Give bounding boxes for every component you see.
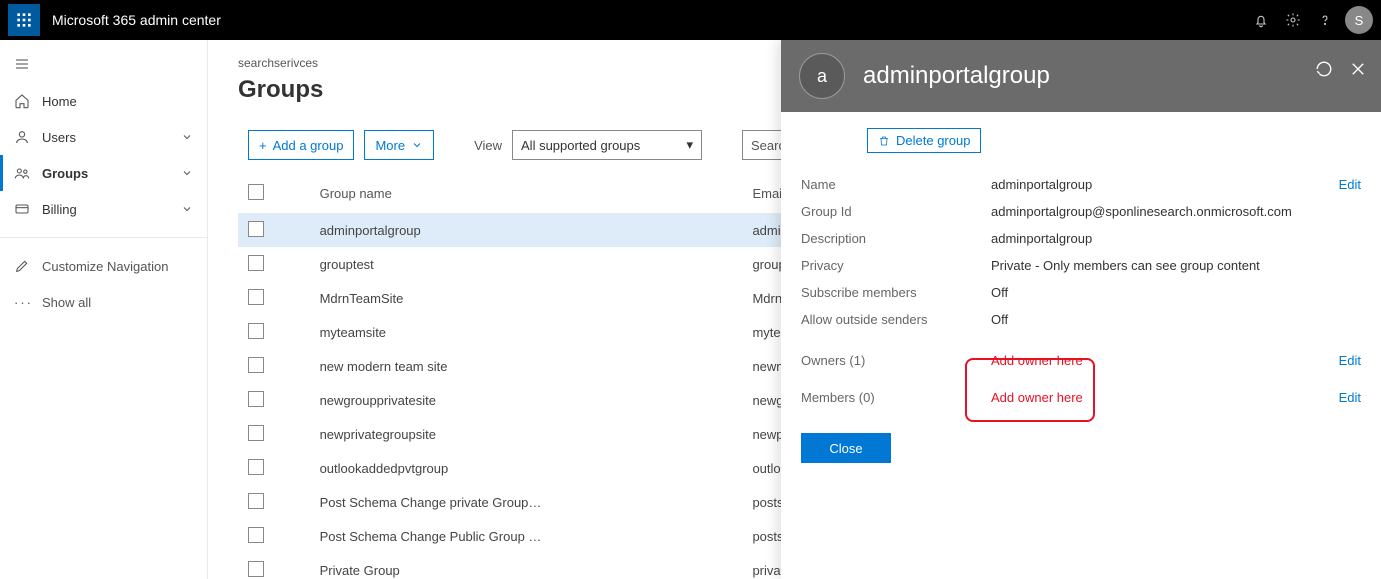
sidebar-item-label: Home (42, 94, 77, 109)
bell-icon (1253, 12, 1269, 28)
help-button[interactable] (1309, 4, 1341, 36)
notifications-button[interactable] (1245, 4, 1277, 36)
cell-group-name: Post Schema Change Public Group … (310, 520, 743, 554)
field-label-subscribe: Subscribe members (801, 285, 991, 300)
row-checkbox[interactable] (248, 221, 264, 237)
view-select[interactable]: All supported groups ▾ (512, 130, 702, 160)
select-value: All supported groups (521, 138, 640, 153)
trash-icon (878, 134, 890, 148)
edit-owners-link[interactable]: Edit (1339, 353, 1361, 368)
chevron-down-icon (181, 203, 193, 215)
plus-icon: + (259, 138, 267, 153)
row-checkbox[interactable] (248, 459, 264, 475)
gear-icon (1285, 12, 1301, 28)
delete-group-button[interactable]: Delete group (867, 128, 981, 153)
user-icon (14, 129, 30, 145)
annotation-box (965, 358, 1095, 422)
hamburger-icon (14, 56, 30, 72)
cell-group-name: outlookaddedpvtgroup (310, 452, 743, 486)
question-icon (1317, 12, 1333, 28)
row-checkbox[interactable] (248, 493, 264, 509)
sidebar-item-groups[interactable]: Groups (0, 155, 207, 191)
row-checkbox[interactable] (248, 425, 264, 441)
add-group-button[interactable]: + Add a group (248, 130, 354, 160)
sidebar-item-label: Customize Navigation (42, 259, 168, 274)
close-panel-button[interactable] (1349, 60, 1367, 78)
cell-group-name: Post Schema Change private Group… (310, 486, 743, 520)
close-button[interactable]: Close (801, 433, 891, 463)
row-checkbox[interactable] (248, 561, 264, 577)
pencil-icon (14, 258, 30, 274)
sidebar-item-billing[interactable]: Billing (0, 191, 207, 227)
sidebar-item-label: Show all (42, 295, 91, 310)
edit-name-link[interactable]: Edit (1339, 177, 1361, 192)
cell-group-name: grouptest (310, 248, 743, 282)
cell-group-name: Private Group (310, 554, 743, 579)
cell-group-name: adminportalgroup (310, 214, 743, 248)
home-icon (14, 93, 30, 109)
chevron-down-icon (411, 139, 423, 151)
field-label-description: Description (801, 231, 991, 246)
nav-toggle-button[interactable] (0, 48, 207, 83)
cell-group-name: myteamsite (310, 316, 743, 350)
sidebar-item-users[interactable]: Users (0, 119, 207, 155)
column-header-name[interactable]: Group name (310, 174, 743, 214)
field-value-outside: Off (991, 312, 1361, 327)
row-checkbox[interactable] (248, 527, 264, 543)
card-icon (14, 201, 30, 217)
view-label: View (474, 138, 502, 153)
row-checkbox[interactable] (248, 255, 264, 271)
chevron-down-icon (181, 167, 193, 179)
refresh-button[interactable] (1315, 60, 1333, 78)
waffle-icon (16, 12, 32, 28)
sidebar-item-home[interactable]: Home (0, 83, 207, 119)
chevron-down-icon: ▾ (686, 137, 693, 153)
cell-group-name: newprivategroupsite (310, 418, 743, 452)
sidebar-item-label: Billing (42, 202, 77, 217)
field-value-name: adminportalgroup (991, 177, 1339, 192)
panel-body: Delete group Name adminportalgroup Edit … (781, 112, 1381, 579)
select-all-checkbox[interactable] (248, 184, 264, 200)
group-icon (14, 165, 30, 181)
sidebar-item-label: Groups (42, 166, 88, 181)
sidebar: Home Users Groups Billing Customize Navi… (0, 40, 208, 579)
panel-header: a adminportalgroup (781, 40, 1381, 112)
app-launcher-button[interactable] (8, 4, 40, 36)
row-checkbox[interactable] (248, 289, 264, 305)
cell-group-name: newgroupprivatesite (310, 384, 743, 418)
group-details-panel: a adminportalgroup Delete group Name adm… (781, 40, 1381, 579)
sidebar-item-label: Users (42, 130, 76, 145)
cell-group-name: new modern team site (310, 350, 743, 384)
field-value-subscribe: Off (991, 285, 1361, 300)
field-label-outside: Allow outside senders (801, 312, 991, 327)
sidebar-show-all[interactable]: ··· Show all (0, 284, 207, 320)
field-value-description: adminportalgroup (991, 231, 1361, 246)
row-checkbox[interactable] (248, 323, 264, 339)
ellipsis-icon: ··· (14, 295, 30, 310)
group-avatar: a (799, 53, 845, 99)
avatar[interactable]: S (1345, 6, 1373, 34)
button-label: Add a group (273, 138, 344, 153)
button-label: More (375, 138, 405, 153)
field-value-groupid: adminportalgroup@sponlinesearch.onmicros… (991, 204, 1361, 219)
button-label: Delete group (896, 133, 970, 148)
top-bar: Microsoft 365 admin center S (0, 0, 1381, 40)
edit-members-link[interactable]: Edit (1339, 390, 1361, 405)
field-label-privacy: Privacy (801, 258, 991, 273)
cell-group-name: MdrnTeamSite (310, 282, 743, 316)
settings-button[interactable] (1277, 4, 1309, 36)
field-label-groupid: Group Id (801, 204, 991, 219)
panel-title: adminportalgroup (863, 62, 1050, 90)
sidebar-customize-nav[interactable]: Customize Navigation (0, 248, 207, 284)
field-label-members: Members (0) (801, 390, 991, 405)
row-checkbox[interactable] (248, 357, 264, 373)
chevron-down-icon (181, 131, 193, 143)
row-checkbox[interactable] (248, 391, 264, 407)
field-label-name: Name (801, 177, 991, 192)
more-button[interactable]: More (364, 130, 434, 160)
field-value-privacy: Private - Only members can see group con… (991, 258, 1361, 273)
app-title: Microsoft 365 admin center (52, 12, 221, 28)
field-label-owners: Owners (1) (801, 353, 991, 368)
